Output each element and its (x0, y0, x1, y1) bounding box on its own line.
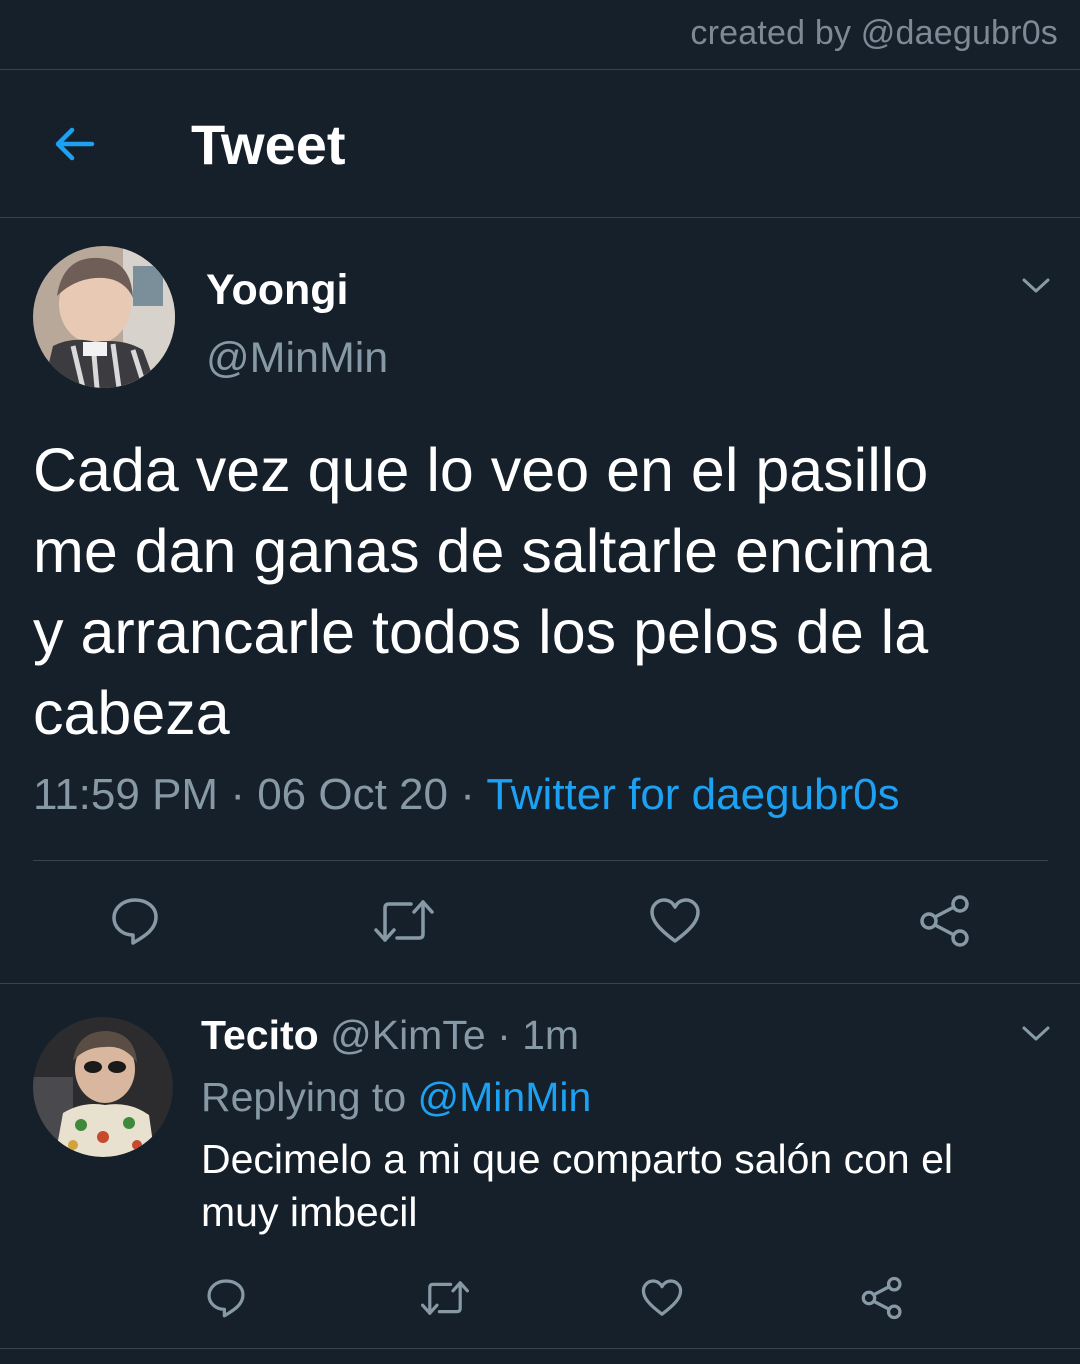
meta-separator: · (230, 770, 245, 819)
tweet-text-line: cabeza (33, 679, 230, 747)
watermark-text: created by @daegubr0s (690, 14, 1058, 52)
tweet-divider (0, 983, 1080, 984)
page-title: Tweet (191, 113, 346, 176)
meta-separator: · (460, 770, 475, 819)
like-button[interactable] (644, 890, 706, 952)
tweet-text: Cada vez que lo veo en el pasillo me dan… (33, 430, 1043, 754)
reply-button[interactable] (104, 890, 166, 952)
header-divider (0, 217, 1080, 218)
reply-header: Tecito @KimTe · 1m (201, 1012, 579, 1059)
reply-text-line: muy imbecil (201, 1189, 418, 1235)
arrow-left-icon (55, 127, 95, 161)
share-icon (920, 895, 969, 947)
reply-time: 1m (522, 1012, 580, 1058)
share-button[interactable] (914, 890, 976, 952)
reply-reply-button[interactable] (200, 1272, 252, 1324)
replying-label: Replying to (201, 1074, 407, 1120)
retweet-button[interactable] (370, 890, 438, 952)
tweet-date: 06 Oct 20 (257, 770, 448, 819)
tweet-source-link[interactable]: Twitter for daegubr0s (486, 770, 899, 819)
reply-text-line: Decimelo a mi que comparto salón con el (201, 1136, 954, 1182)
meta-separator: · (497, 1012, 511, 1058)
chevron-down-icon (1022, 278, 1050, 293)
reply-author-avatar[interactable] (33, 1017, 173, 1157)
author-avatar[interactable] (33, 246, 175, 388)
reply-author-name[interactable]: Tecito (201, 1012, 319, 1058)
reply-avatar-photo (33, 1017, 173, 1157)
tweet-text-line: me dan ganas de saltarle encima (33, 517, 932, 585)
heart-icon (650, 898, 700, 943)
chevron-down-icon (1022, 1026, 1050, 1041)
retweet-icon (420, 1281, 469, 1315)
tweet-text-line: y arrancarle todos los pelos de la (33, 598, 929, 666)
tweet-meta: 11:59 PM · 06 Oct 20 · Twitter for daegu… (33, 770, 900, 820)
header-bar: Tweet (0, 70, 1080, 217)
bottom-divider (0, 1348, 1080, 1349)
replying-to-line: Replying to @MinMin (201, 1074, 591, 1121)
reply-share-button[interactable] (856, 1272, 908, 1324)
actions-divider (33, 860, 1048, 861)
tweet-text-line: Cada vez que lo veo en el pasillo (33, 436, 929, 504)
back-button[interactable] (40, 110, 108, 178)
replying-mention-link[interactable]: @MinMin (418, 1074, 592, 1120)
reply-author-handle[interactable]: @KimTe (330, 1012, 486, 1058)
share-icon (861, 1276, 902, 1320)
reply-icon (207, 1279, 245, 1318)
reply-like-button[interactable] (636, 1272, 688, 1324)
avatar-photo (33, 246, 175, 388)
author-handle[interactable]: @MinMin (206, 334, 388, 383)
tweet-time: 11:59 PM (33, 770, 219, 819)
reply-retweet-button[interactable] (417, 1272, 473, 1324)
tweet-menu-button[interactable] (1016, 266, 1056, 306)
reply-icon (112, 898, 158, 945)
heart-icon (641, 1279, 683, 1316)
author-name[interactable]: Yoongi (206, 266, 349, 315)
reply-menu-button[interactable] (1016, 1014, 1056, 1054)
retweet-icon (374, 900, 434, 942)
reply-text: Decimelo a mi que comparto salón con el … (201, 1133, 1031, 1239)
